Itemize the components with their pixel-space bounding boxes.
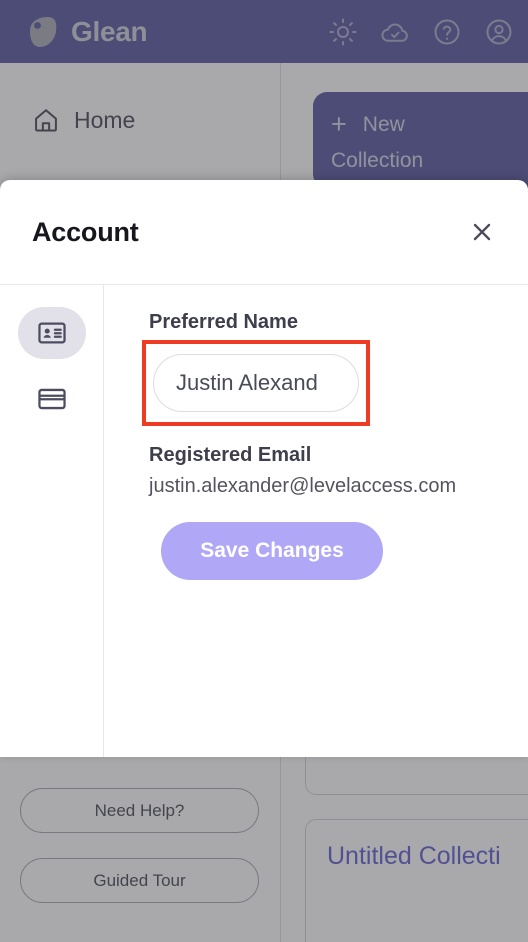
account-modal: Account Preferred Name Justin Alexand Re… (0, 180, 528, 757)
close-icon (473, 223, 491, 241)
annotation-highlight (142, 340, 370, 426)
id-card-icon (37, 322, 66, 344)
credit-card-icon (37, 388, 66, 410)
modal-nav-billing[interactable] (18, 373, 86, 425)
modal-nav-profile[interactable] (17, 307, 86, 359)
app-root: Glean (0, 0, 528, 942)
modal-nav (0, 285, 104, 757)
registered-email-value: justin.alexander@levelaccess.com (149, 475, 457, 497)
preferred-name-label: Preferred Name (149, 311, 298, 333)
registered-email-label: Registered Email (149, 444, 312, 466)
modal-header: Account (0, 180, 528, 285)
modal-title: Account (32, 216, 139, 247)
save-changes-button[interactable]: Save Changes (161, 522, 383, 580)
modal-content: Preferred Name Registered Email justin.a… (104, 285, 528, 757)
preferred-name-input[interactable] (153, 354, 359, 412)
close-button[interactable] (464, 214, 500, 250)
modal-body: Preferred Name Registered Email justin.a… (0, 285, 528, 757)
